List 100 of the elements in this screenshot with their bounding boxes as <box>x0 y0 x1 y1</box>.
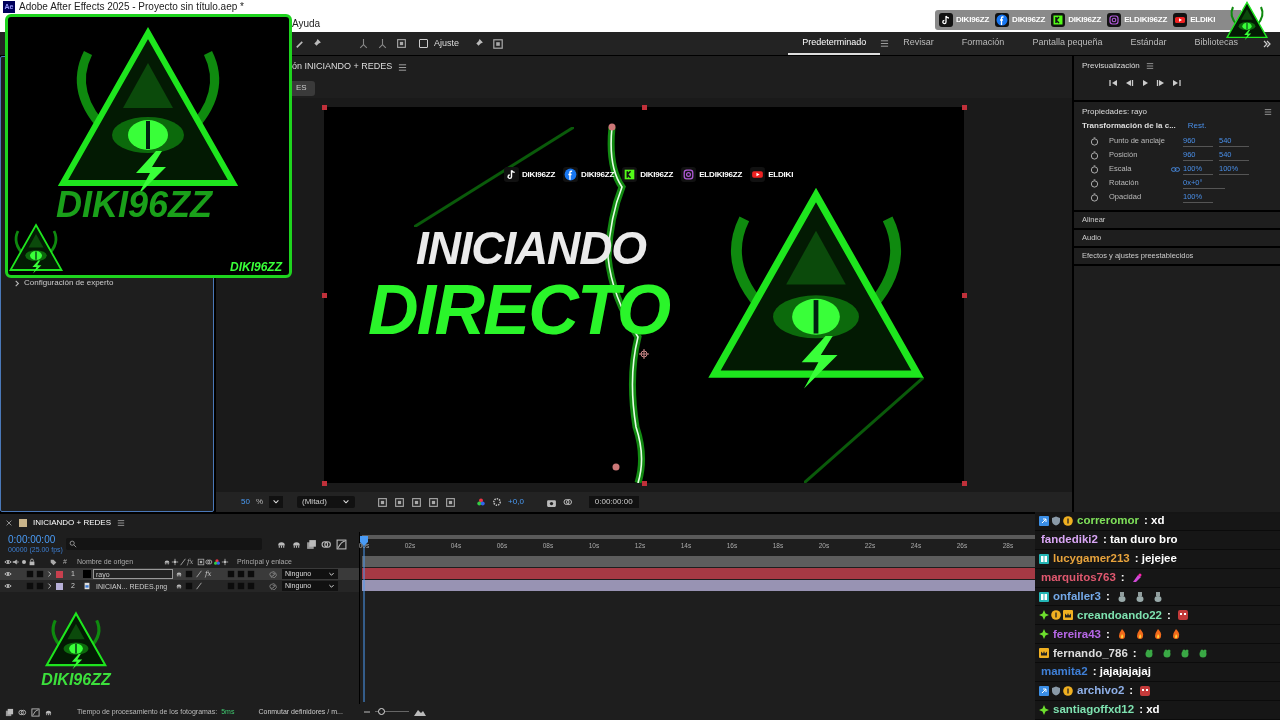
timeline-tab[interactable]: INICIANDO + REDES <box>33 517 111 529</box>
chat-username[interactable]: fereira43 <box>1053 625 1101 643</box>
menu-icon[interactable] <box>1264 108 1272 116</box>
label-color-swatch[interactable] <box>56 582 63 590</box>
frame-icon[interactable] <box>411 496 423 508</box>
play-icon[interactable] <box>1140 78 1150 88</box>
selection-handle[interactable] <box>962 481 967 486</box>
frame-icon[interactable] <box>394 496 406 508</box>
chat-username[interactable]: marquitos763 <box>1041 569 1116 587</box>
stopwatch-icon[interactable] <box>1090 164 1099 174</box>
menu-item[interactable]: Ayuda <box>290 15 323 31</box>
workspace-tab[interactable]: Estándar <box>1116 32 1181 55</box>
chat-username[interactable]: correromor <box>1077 512 1139 530</box>
menu-icon[interactable] <box>398 62 408 72</box>
color-channels-icon[interactable] <box>213 558 221 566</box>
caret-icon[interactable] <box>342 498 351 506</box>
workspace-tab[interactable]: Formación <box>947 32 1019 55</box>
workspace-tab[interactable]: Bibliotecas <box>1180 32 1252 55</box>
stopwatch-icon[interactable] <box>1090 192 1099 202</box>
workspace-tab[interactable]: Pantalla pequeña <box>1018 32 1117 55</box>
eye-icon[interactable] <box>4 570 12 578</box>
chat-username[interactable]: onfaller3 <box>1053 587 1101 606</box>
switch-box-icon[interactable] <box>185 570 193 578</box>
selection-handle[interactable] <box>322 105 327 110</box>
pin-icon[interactable] <box>311 38 322 49</box>
project-item[interactable]: Configuración de experto <box>24 277 114 289</box>
graph-editor-icon[interactable] <box>31 707 40 717</box>
color-channels-icon[interactable] <box>476 497 487 507</box>
overflow-chevrons-icon[interactable] <box>1262 38 1272 49</box>
switch-box-icon[interactable] <box>26 582 34 590</box>
stopwatch-icon[interactable] <box>1090 178 1099 188</box>
stopwatch-icon[interactable] <box>1090 136 1099 146</box>
selection-handle[interactable] <box>962 293 967 298</box>
zoom-in-icon[interactable] <box>412 707 427 717</box>
menu-icon[interactable] <box>880 39 890 48</box>
switch-box-icon[interactable] <box>227 582 235 590</box>
chat-username[interactable]: fandediki2 <box>1041 531 1098 549</box>
eye-icon[interactable] <box>4 582 12 590</box>
motion-blur-icon[interactable] <box>205 558 213 566</box>
switch-box-icon[interactable] <box>247 570 255 578</box>
menu-icon[interactable] <box>1145 62 1154 70</box>
stopwatch-icon[interactable] <box>1090 150 1099 160</box>
frame-icon[interactable] <box>445 496 457 508</box>
selection-handle[interactable] <box>962 105 967 110</box>
next-frame-icon[interactable] <box>1156 78 1166 88</box>
frame-icon[interactable] <box>197 558 205 566</box>
last-frame-icon[interactable] <box>1172 78 1182 88</box>
pin-icon[interactable] <box>473 38 484 49</box>
frame-icon[interactable] <box>396 38 407 49</box>
chat-username[interactable]: creandoando22 <box>1077 606 1162 624</box>
eye-icon[interactable] <box>4 558 12 566</box>
chevron-icon[interactable] <box>13 278 22 288</box>
frame-icon[interactable] <box>377 496 389 508</box>
first-frame-icon[interactable] <box>1108 78 1118 88</box>
switch-box-icon[interactable] <box>36 582 44 590</box>
exposure-icon[interactable] <box>492 497 503 507</box>
chat-username[interactable]: lucygamer213 <box>1053 550 1130 568</box>
selection-handle[interactable] <box>322 293 327 298</box>
chat-username[interactable]: mamita2 <box>1041 663 1088 681</box>
axis-icon[interactable] <box>377 38 388 49</box>
axis-icon[interactable] <box>358 38 369 49</box>
menu-icon[interactable] <box>117 519 125 527</box>
switch-box-icon[interactable] <box>227 570 235 578</box>
exposure-value[interactable]: +0,0 <box>508 496 524 508</box>
snap-checkbox[interactable] <box>419 39 428 48</box>
composition-tab[interactable]: ón INICIANDO + REDES <box>292 60 393 74</box>
motion-blur-icon[interactable] <box>562 497 573 507</box>
switch-box-icon[interactable] <box>237 570 245 578</box>
workspace-tab[interactable]: Revisar <box>889 32 948 55</box>
shy-icon[interactable] <box>163 558 171 566</box>
current-time-field[interactable]: 0:00:00:00 <box>588 496 639 508</box>
chat-username[interactable]: santiagoffxd12 <box>1053 701 1135 719</box>
slider-thumb[interactable] <box>377 708 385 715</box>
selection-handle[interactable] <box>642 481 647 486</box>
workspace-tab[interactable]: Predeterminado <box>788 32 881 55</box>
selection-handle[interactable] <box>642 105 647 110</box>
switch-box-icon[interactable] <box>237 582 245 590</box>
zoom-value[interactable]: 50 <box>241 496 250 508</box>
label-color-swatch[interactable] <box>56 570 63 578</box>
selection-handle[interactable] <box>322 481 327 486</box>
layers-icon[interactable] <box>5 707 14 717</box>
motion-blur-icon[interactable] <box>18 707 27 717</box>
chat-username[interactable]: fernando_786 <box>1053 644 1128 662</box>
graph-editor-icon[interactable] <box>336 538 347 550</box>
shy-icon[interactable] <box>175 582 183 590</box>
resolution-dropdown[interactable]: (Mitad) <box>297 496 356 508</box>
playhead[interactable] <box>359 534 369 702</box>
motion-blur-icon[interactable] <box>321 538 332 550</box>
switch-box-icon[interactable] <box>247 582 255 590</box>
previous-frame-icon[interactable] <box>1124 78 1134 88</box>
switch-box-icon[interactable] <box>36 570 44 578</box>
pen-icon[interactable] <box>294 38 305 49</box>
switch-box-icon[interactable] <box>26 570 34 578</box>
current-time[interactable]: 0:00:00:00 <box>8 535 66 545</box>
close-icon[interactable] <box>5 519 13 527</box>
switch-box-icon[interactable] <box>185 582 193 590</box>
chat-username[interactable]: archivo2 <box>1077 682 1125 700</box>
reset-link[interactable]: Rest. <box>1187 120 1207 132</box>
search-field[interactable] <box>66 538 262 550</box>
frame-icon[interactable] <box>428 496 440 508</box>
